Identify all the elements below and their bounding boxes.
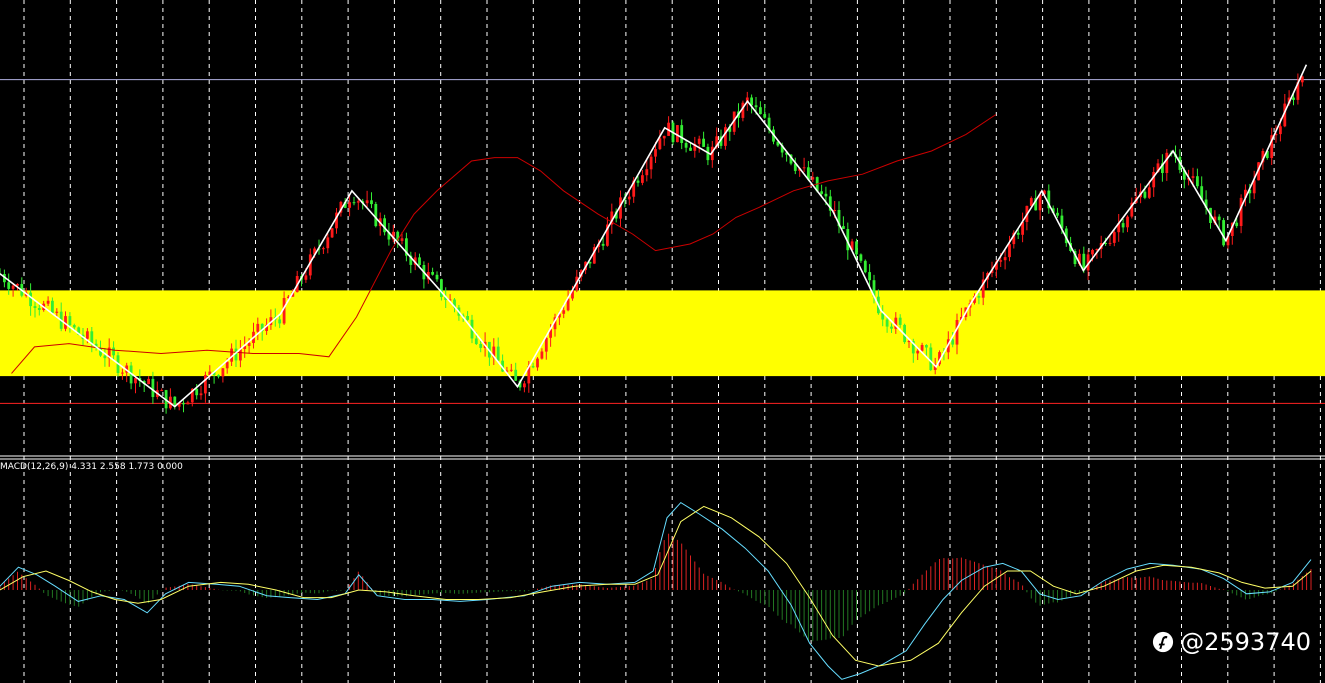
candle	[724, 123, 727, 150]
macd-indicator-label: MACD(12,26,9) 4.331 2.558 1.773 0.000	[0, 462, 183, 472]
watermark: @2593740	[1152, 628, 1311, 656]
watermark-text: @2593740	[1180, 628, 1311, 656]
feather-logo-icon	[1153, 631, 1174, 653]
candle	[374, 201, 378, 228]
candle	[863, 259, 867, 274]
price-chart	[0, 0, 1325, 683]
highlight-zone	[0, 290, 1325, 377]
candle	[330, 228, 334, 238]
candle	[1222, 217, 1225, 247]
